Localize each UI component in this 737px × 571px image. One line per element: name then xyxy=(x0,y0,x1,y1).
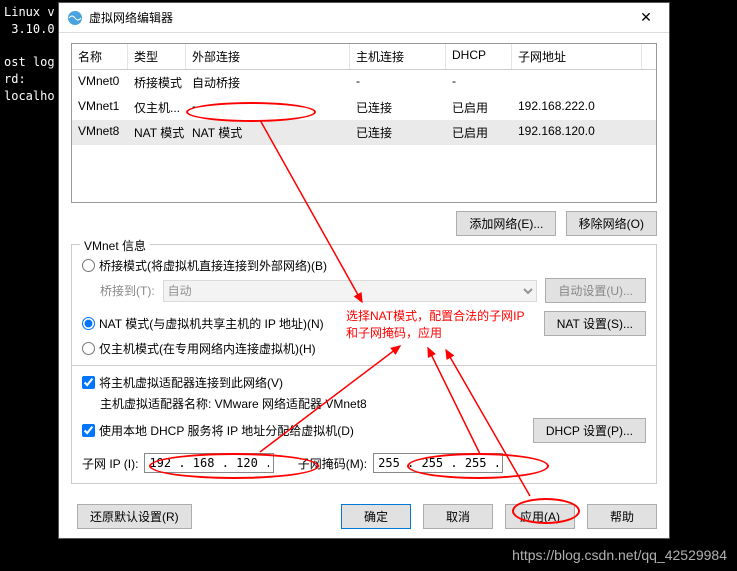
dialog-title: 虚拟网络编辑器 xyxy=(89,9,631,26)
auto-settings-button: 自动设置(U)... xyxy=(545,278,646,303)
connect-host-adapter-checkbox[interactable] xyxy=(82,376,95,389)
bridge-mode-label: 桥接模式(将虚拟机直接连接到外部网络)(B) xyxy=(99,257,327,274)
hostonly-mode-radio[interactable] xyxy=(82,342,95,355)
bridge-to-select: 自动 xyxy=(163,280,538,302)
th-name[interactable]: 名称 xyxy=(72,44,128,69)
use-dhcp-checkbox[interactable] xyxy=(82,424,95,437)
th-dhcp[interactable]: DHCP xyxy=(446,44,512,69)
adapter-name-text: 主机虚拟适配器名称: VMware 网络适配器 VMnet8 xyxy=(100,395,646,412)
vmnet-info-fieldset: VMnet 信息 桥接模式(将虚拟机直接连接到外部网络)(B) 桥接到(T): … xyxy=(71,244,657,484)
cell-ext: NAT 模式 xyxy=(186,122,350,143)
nat-mode-radio[interactable] xyxy=(82,317,95,330)
cell-ext: 自动桥接 xyxy=(186,72,350,93)
th-subnet[interactable]: 子网地址 xyxy=(512,44,642,69)
subnet-mask-input[interactable] xyxy=(373,453,503,473)
th-host[interactable]: 主机连接 xyxy=(350,44,446,69)
cell-ext: - xyxy=(186,97,350,118)
cell-type: 仅主机... xyxy=(128,97,186,118)
subnet-mask-label: 子网掩码(M): xyxy=(298,455,367,472)
table-row[interactable]: VMnet1仅主机...-已连接已启用192.168.222.0 xyxy=(72,95,656,120)
apply-button[interactable]: 应用(A) xyxy=(505,504,575,529)
cancel-button[interactable]: 取消 xyxy=(423,504,493,529)
help-button[interactable]: 帮助 xyxy=(587,504,657,529)
virtual-network-editor-dialog: 虚拟网络编辑器 ✕ 名称 类型 外部连接 主机连接 DHCP 子网地址 VMne… xyxy=(58,2,670,539)
use-dhcp-label: 使用本地 DHCP 服务将 IP 地址分配给虚拟机(D) xyxy=(99,422,354,439)
cell-dhcp: 已启用 xyxy=(446,122,512,143)
fieldset-legend: VMnet 信息 xyxy=(80,237,150,254)
hostonly-mode-radio-row[interactable]: 仅主机模式(在专用网络内连接虚拟机)(H) xyxy=(82,340,646,357)
cell-subnet: 192.168.222.0 xyxy=(512,97,642,118)
cell-type: NAT 模式 xyxy=(128,122,186,143)
cell-host: - xyxy=(350,72,446,93)
hostonly-mode-label: 仅主机模式(在专用网络内连接虚拟机)(H) xyxy=(99,340,316,357)
network-table[interactable]: 名称 类型 外部连接 主机连接 DHCP 子网地址 VMnet0桥接模式自动桥接… xyxy=(71,43,657,203)
ok-button[interactable]: 确定 xyxy=(341,504,411,529)
cell-host: 已连接 xyxy=(350,122,446,143)
dialog-buttons: 还原默认设置(R) 确定 取消 应用(A) 帮助 xyxy=(59,494,669,539)
table-row[interactable]: VMnet0桥接模式自动桥接-- xyxy=(72,70,656,95)
cell-type: 桥接模式 xyxy=(128,72,186,93)
terminal-background: Linux v 3.10.0 ost log rd: localho xyxy=(0,0,59,109)
use-dhcp-row[interactable]: 使用本地 DHCP 服务将 IP 地址分配给虚拟机(D) DHCP 设置(P).… xyxy=(82,418,646,443)
cell-subnet xyxy=(512,72,642,93)
cell-name: VMnet0 xyxy=(72,72,128,93)
table-row[interactable]: VMnet8NAT 模式NAT 模式已连接已启用192.168.120.0 xyxy=(72,120,656,145)
bridge-mode-radio-row[interactable]: 桥接模式(将虚拟机直接连接到外部网络)(B) xyxy=(82,257,646,274)
cell-name: VMnet8 xyxy=(72,122,128,143)
table-header: 名称 类型 外部连接 主机连接 DHCP 子网地址 xyxy=(72,44,656,70)
separator xyxy=(72,365,656,366)
subnet-row: 子网 IP (I): 子网掩码(M): xyxy=(82,453,646,473)
cell-name: VMnet1 xyxy=(72,97,128,118)
add-network-button[interactable]: 添加网络(E)... xyxy=(456,211,556,236)
connect-host-adapter-row[interactable]: 将主机虚拟适配器连接到此网络(V) xyxy=(82,374,646,391)
bridge-mode-radio[interactable] xyxy=(82,259,95,272)
remove-network-button[interactable]: 移除网络(O) xyxy=(566,211,657,236)
subnet-ip-input[interactable] xyxy=(144,453,274,473)
dialog-content: 名称 类型 外部连接 主机连接 DHCP 子网地址 VMnet0桥接模式自动桥接… xyxy=(59,33,669,494)
connect-host-adapter-label: 将主机虚拟适配器连接到此网络(V) xyxy=(99,374,283,391)
subnet-ip-label: 子网 IP (I): xyxy=(82,455,138,472)
nat-mode-label: NAT 模式(与虚拟机共享主机的 IP 地址)(N) xyxy=(99,315,324,332)
cell-host: 已连接 xyxy=(350,97,446,118)
th-type[interactable]: 类型 xyxy=(128,44,186,69)
close-icon[interactable]: ✕ xyxy=(631,9,661,26)
watermark: https://blog.csdn.net/qq_42529984 xyxy=(512,547,727,563)
bridge-to-label: 桥接到(T): xyxy=(100,282,155,299)
dhcp-settings-button[interactable]: DHCP 设置(P)... xyxy=(533,418,646,443)
nat-mode-radio-row[interactable]: NAT 模式(与虚拟机共享主机的 IP 地址)(N) NAT 设置(S)... xyxy=(82,311,646,336)
cell-dhcp: 已启用 xyxy=(446,97,512,118)
cell-dhcp: - xyxy=(446,72,512,93)
table-buttons: 添加网络(E)... 移除网络(O) xyxy=(71,211,657,236)
restore-defaults-button[interactable]: 还原默认设置(R) xyxy=(77,504,192,529)
bridge-to-row: 桥接到(T): 自动 自动设置(U)... xyxy=(100,278,646,303)
th-ext[interactable]: 外部连接 xyxy=(186,44,350,69)
app-icon xyxy=(67,10,83,26)
cell-subnet: 192.168.120.0 xyxy=(512,122,642,143)
nat-settings-button[interactable]: NAT 设置(S)... xyxy=(544,311,646,336)
titlebar: 虚拟网络编辑器 ✕ xyxy=(59,3,669,33)
